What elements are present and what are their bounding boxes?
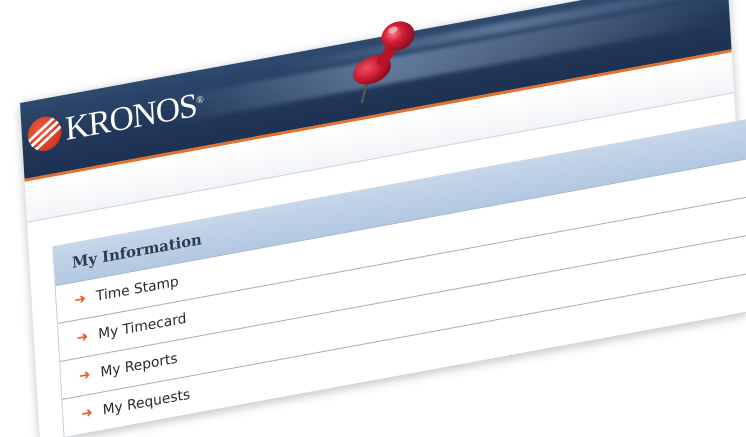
arrow-right-icon: ➜ xyxy=(80,404,94,423)
arrow-right-icon: ➜ xyxy=(76,328,89,347)
kronos-logo[interactable]: KRONOS® xyxy=(26,86,204,156)
screenshot-stage: KRONOS® My Information ➜ Time Stamp ➜ My… xyxy=(0,0,746,437)
kronos-logo-icon xyxy=(26,113,63,154)
brand-name: KRONOS® xyxy=(64,86,204,148)
push-pin-icon xyxy=(353,21,415,104)
arrow-right-icon: ➜ xyxy=(73,290,87,309)
arrow-right-icon: ➜ xyxy=(78,366,91,385)
